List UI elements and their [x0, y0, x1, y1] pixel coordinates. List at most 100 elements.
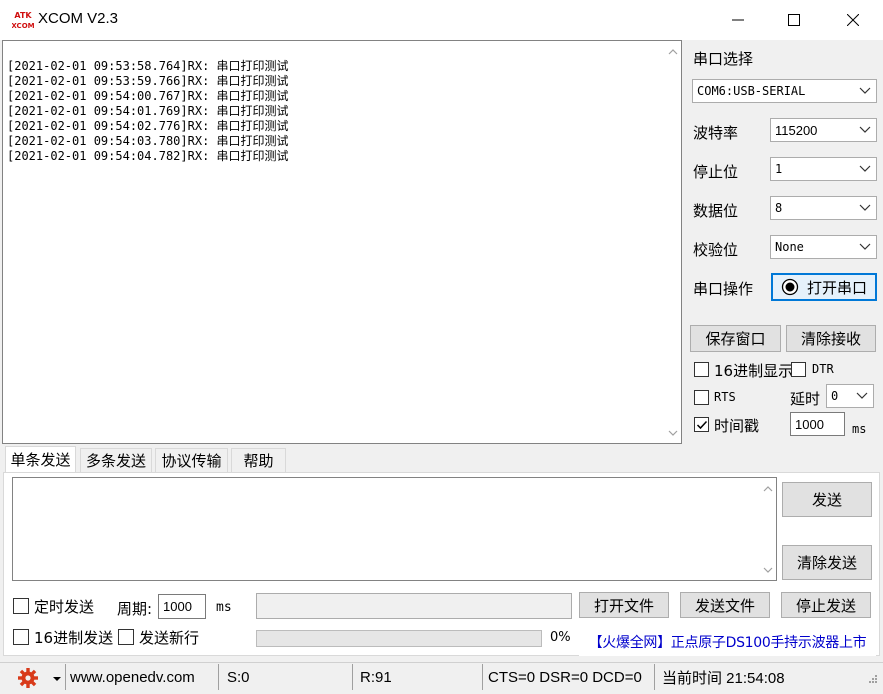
delay-select[interactable]: 0	[826, 384, 874, 408]
open-file-button[interactable]: 打开文件	[579, 592, 669, 618]
rts-label: RTS	[714, 390, 736, 404]
maximize-button[interactable]	[769, 0, 819, 40]
rts-checkbox[interactable]	[694, 390, 709, 405]
timed-send-label: 定时发送	[34, 598, 95, 616]
dtr-checkbox[interactable]	[791, 362, 806, 377]
receive-text-area[interactable]: [2021-02-01 09:53:58.764]RX: 串口打印测试 [2021…	[2, 40, 682, 444]
timed-send-checkbox[interactable]	[13, 598, 29, 614]
clear-send-button[interactable]: 清除发送	[782, 545, 872, 580]
send-text-area[interactable]	[12, 477, 777, 581]
receive-line: [2021-02-01 09:54:04.782]RX: 串口打印测试	[7, 149, 289, 163]
status-received-count: R:91	[360, 668, 392, 686]
hex-send-label: 16进制发送	[34, 629, 114, 647]
scroll-down-icon[interactable]	[664, 424, 681, 441]
baud-select[interactable]: 115200	[770, 118, 877, 142]
stop-bits-label: 停止位	[693, 163, 739, 181]
delay-label: 延时	[790, 390, 821, 408]
scroll-up-icon[interactable]	[759, 480, 776, 497]
newline-label: 发送新行	[139, 629, 200, 647]
stop-send-button[interactable]: 停止发送	[781, 592, 871, 618]
scroll-up-icon[interactable]	[664, 43, 681, 60]
chevron-down-icon	[859, 126, 871, 133]
progress-text: 0%	[550, 630, 571, 645]
scroll-down-icon[interactable]	[759, 561, 776, 578]
chevron-down-icon	[859, 87, 871, 94]
send-file-button[interactable]: 发送文件	[680, 592, 770, 618]
timestamp-checkbox[interactable]	[694, 417, 709, 432]
stop-bits-value: 1	[775, 162, 783, 176]
tab-single-send[interactable]: 单条发送	[5, 446, 76, 472]
status-time: 当前时间 21:54:08	[662, 669, 785, 687]
status-website[interactable]: www.openedv.com	[70, 666, 195, 688]
open-port-label: 打开串口	[806, 278, 867, 297]
port-status-icon	[781, 278, 799, 296]
status-separator	[482, 664, 483, 690]
maximize-icon	[788, 14, 800, 26]
logo-top-text: ATK	[14, 11, 32, 20]
tab-help[interactable]: 帮助	[231, 448, 286, 472]
data-bits-label: 数据位	[693, 202, 739, 220]
port-select-value: COM6:USB-SERIAL	[697, 84, 806, 98]
window-title: XCOM V2.3	[38, 10, 119, 27]
parity-label: 校验位	[693, 241, 739, 259]
app-logo: ATK XCOM	[11, 9, 35, 31]
timestamp-unit: ms	[852, 422, 867, 436]
resize-grip-icon[interactable]	[866, 674, 878, 686]
chevron-down-icon	[859, 243, 871, 250]
chevron-down-icon	[859, 204, 871, 211]
port-select-label: 串口选择	[693, 50, 754, 68]
file-path-input[interactable]	[256, 593, 572, 619]
hex-display-checkbox[interactable]	[694, 362, 709, 377]
timestamp-label: 时间戳	[714, 417, 760, 435]
data-bits-select[interactable]: 8	[770, 196, 877, 220]
receive-scrollbar[interactable]	[664, 41, 681, 443]
open-port-button[interactable]: 打开串口	[771, 273, 877, 301]
status-separator	[218, 664, 219, 690]
chevron-down-icon	[856, 392, 868, 399]
parity-value: None	[775, 240, 804, 254]
receive-line: [2021-02-01 09:54:03.780]RX: 串口打印测试	[7, 134, 289, 148]
close-icon	[847, 14, 859, 26]
checkmark-icon	[696, 420, 707, 429]
tab-protocol[interactable]: 协议传输	[155, 448, 228, 472]
stop-bits-select[interactable]: 1	[770, 157, 877, 181]
dropdown-arrow-icon[interactable]	[52, 672, 62, 682]
hex-send-checkbox[interactable]	[13, 629, 29, 645]
receive-text: [2021-02-01 09:53:58.764]RX: 串口打印测试 [2021…	[7, 59, 289, 164]
receive-line: [2021-02-01 09:53:59.766]RX: 串口打印测试	[7, 74, 289, 88]
hex-display-label: 16进制显示	[714, 362, 794, 380]
receive-line: [2021-02-01 09:54:02.776]RX: 串口打印测试	[7, 119, 289, 133]
minimize-icon	[732, 19, 744, 21]
minimize-button[interactable]	[713, 0, 763, 40]
chevron-down-icon	[859, 165, 871, 172]
receive-line: [2021-02-01 09:54:00.767]RX: 串口打印测试	[7, 89, 289, 103]
send-button[interactable]: 发送	[782, 482, 872, 517]
logo-bottom-text: XCOM	[12, 22, 34, 30]
gear-icon[interactable]	[16, 666, 40, 690]
tab-multi-send[interactable]: 多条发送	[80, 448, 152, 472]
ad-link[interactable]: 【火爆全网】正点原子DS100手持示波器上市	[579, 628, 876, 656]
period-unit: ms	[216, 600, 232, 615]
timestamp-interval-input[interactable]: 1000	[790, 412, 845, 436]
receive-line: [2021-02-01 09:54:01.769]RX: 串口打印测试	[7, 104, 289, 118]
receive-line: [2021-02-01 09:53:58.764]RX: 串口打印测试	[7, 59, 289, 73]
baud-label: 波特率	[693, 124, 739, 142]
parity-select[interactable]: None	[770, 235, 877, 259]
send-scrollbar[interactable]	[759, 478, 776, 580]
save-window-button[interactable]: 保存窗口	[690, 325, 781, 352]
newline-checkbox[interactable]	[118, 629, 134, 645]
data-bits-value: 8	[775, 201, 783, 215]
status-separator	[65, 664, 66, 690]
status-sent-count: S:0	[227, 668, 250, 686]
status-signals: CTS=0 DSR=0 DCD=0	[488, 668, 642, 686]
baud-select-value: 115200	[775, 122, 818, 138]
send-progress-bar	[256, 630, 542, 647]
clear-receive-button[interactable]: 清除接收	[786, 325, 876, 352]
port-op-label: 串口操作	[693, 280, 754, 298]
status-separator	[352, 664, 353, 690]
dtr-label: DTR	[812, 362, 834, 376]
port-select[interactable]: COM6:USB-SERIAL	[692, 79, 877, 103]
period-input[interactable]: 1000	[158, 594, 206, 619]
period-label: 周期:	[117, 600, 153, 618]
close-button[interactable]	[828, 0, 878, 40]
